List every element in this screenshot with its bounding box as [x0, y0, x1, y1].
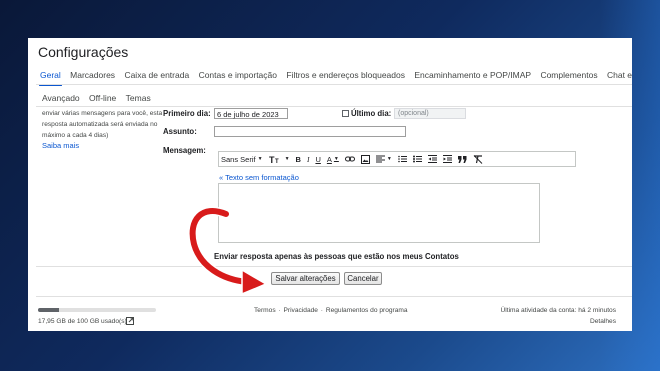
- page-title: Configurações: [38, 44, 129, 60]
- first-day-input[interactable]: 6 de julho de 2023: [214, 108, 288, 119]
- subject-label: Assunto:: [163, 127, 197, 136]
- contacts-only-label: Enviar resposta apenas às pessoas que es…: [214, 252, 459, 261]
- storage-progress-bar: [38, 308, 156, 312]
- link-icon[interactable]: [344, 152, 355, 166]
- last-day-input[interactable]: (opcional): [394, 108, 466, 119]
- details-link[interactable]: Detalhes: [590, 318, 616, 325]
- form-divider: [36, 266, 632, 267]
- indent-less-icon[interactable]: [427, 152, 437, 166]
- italic-button[interactable]: I: [307, 152, 310, 166]
- terms-link[interactable]: Termos: [254, 307, 276, 314]
- footer-divider: [36, 296, 632, 297]
- tab-chat-e-meet[interactable]: Chat e Meet: [607, 70, 632, 80]
- plain-text-link[interactable]: « Texto sem formatação: [219, 173, 299, 182]
- tab-temas[interactable]: Temas: [126, 93, 151, 103]
- indent-more-icon[interactable]: [442, 152, 452, 166]
- remove-formatting-icon[interactable]: [473, 152, 483, 166]
- message-label: Mensagem:: [163, 146, 206, 155]
- font-family-label: Sans Serif: [221, 154, 256, 164]
- open-external-icon[interactable]: [126, 317, 134, 325]
- tab-marcadores[interactable]: Marcadores: [70, 70, 115, 80]
- save-changes-button[interactable]: Salvar alterações: [271, 272, 340, 285]
- formatting-toolbar: Sans Serif ▼ TT ▼ B I U A ▼ ▼: [218, 151, 576, 167]
- subject-input[interactable]: [214, 126, 406, 137]
- text-color-label: A: [326, 154, 332, 164]
- tab-complementos[interactable]: Complementos: [540, 70, 597, 80]
- first-day-label: Primeiro dia:: [163, 109, 211, 118]
- tab-geral[interactable]: Geral: [39, 70, 62, 86]
- bold-button[interactable]: B: [296, 152, 301, 166]
- tabs-divider: [36, 84, 632, 85]
- last-activity-text: Última atividade da conta: há 2 minutos: [500, 307, 616, 314]
- last-day-label: Último dia:: [351, 109, 392, 118]
- align-icon[interactable]: ▼: [375, 152, 392, 166]
- settings-window: Configurações Geral Marcadores Caixa de …: [28, 38, 632, 331]
- tab-avancado[interactable]: Avançado: [42, 93, 80, 103]
- message-editor[interactable]: [218, 183, 540, 243]
- storage-usage-text: 17,95 GB de 100 GB usado(s): [38, 318, 127, 325]
- last-day-checkbox[interactable]: [342, 110, 349, 117]
- bulleted-list-icon[interactable]: [412, 152, 422, 166]
- image-icon[interactable]: [360, 152, 370, 166]
- numbered-list-icon[interactable]: [397, 152, 407, 166]
- font-family-select[interactable]: Sans Serif ▼: [221, 152, 263, 166]
- tab-filtros[interactable]: Filtros e endereços bloqueados: [286, 70, 405, 80]
- settings-tabs-row2: Avançado Off-line Temas: [42, 93, 158, 103]
- program-policies-link[interactable]: Regulamentos do programa: [326, 307, 408, 314]
- underline-button[interactable]: U: [315, 152, 320, 166]
- storage-progress-fill: [38, 308, 60, 312]
- quote-icon[interactable]: [457, 152, 467, 166]
- learn-more-link[interactable]: Saiba mais: [42, 141, 79, 150]
- contacts-only-option[interactable]: Enviar resposta apenas às pessoas que es…: [214, 252, 459, 261]
- tabs-row2-divider: [36, 106, 632, 107]
- svg-text:T: T: [275, 159, 279, 164]
- text-color-button[interactable]: A ▼: [327, 152, 339, 166]
- settings-tabs: Geral Marcadores Caixa de entrada Contas…: [39, 70, 632, 86]
- footer-links: Termos · Privacidade · Regulamentos do p…: [254, 307, 408, 314]
- tab-encaminhamento[interactable]: Encaminhamento e POP/IMAP: [414, 70, 531, 80]
- vacation-note: enviar várias mensagens para você, esta …: [42, 110, 163, 139]
- text-size-icon[interactable]: TT ▼: [269, 152, 290, 166]
- cancel-button[interactable]: Cancelar: [344, 272, 382, 285]
- tab-caixa-de-entrada[interactable]: Caixa de entrada: [124, 70, 189, 80]
- privacy-link[interactable]: Privacidade: [284, 307, 318, 314]
- tab-off-line[interactable]: Off-line: [89, 93, 116, 103]
- tab-contas-e-importacao[interactable]: Contas e importação: [199, 70, 277, 80]
